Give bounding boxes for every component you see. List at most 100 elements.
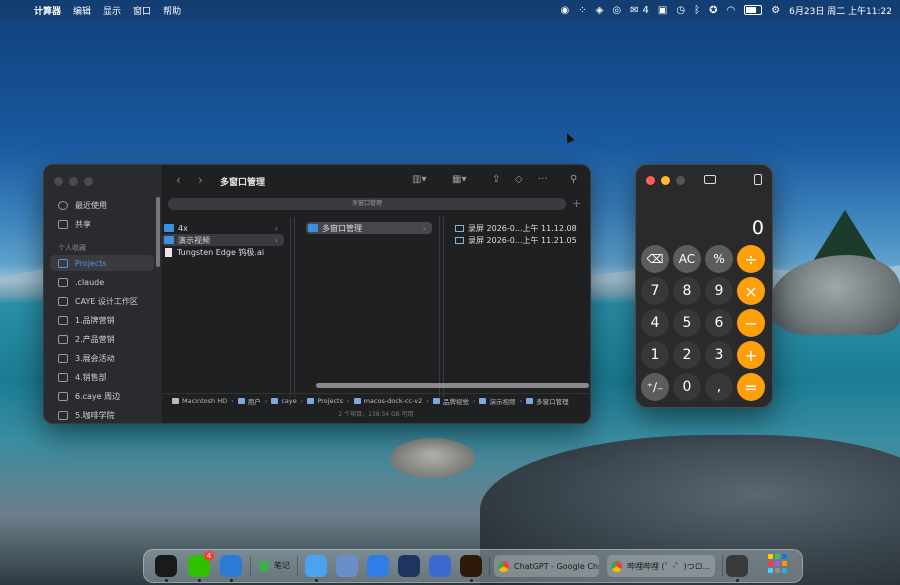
share-icon[interactable]: ⇪ [492, 174, 500, 185]
path-segment[interactable]: Macintosh HD [172, 397, 227, 405]
bluetooth-icon[interactable]: ᛒ [694, 5, 700, 16]
column-divider[interactable] [290, 217, 291, 397]
forward-button[interactable]: › [198, 173, 203, 187]
battery-icon[interactable] [744, 5, 763, 15]
back-button[interactable]: ‹ [176, 173, 181, 187]
calc-key[interactable]: AC [673, 245, 701, 273]
app-icon[interactable] [429, 555, 451, 577]
wechat-status-icon[interactable]: ✉ [630, 5, 638, 16]
horizontal-scrollbar[interactable] [316, 383, 589, 388]
calc-key[interactable]: 9 [705, 277, 733, 305]
list-item[interactable]: 演示视频 › [162, 234, 284, 246]
calc-key[interactable]: ÷ [737, 245, 765, 273]
calc-key[interactable]: % [705, 245, 733, 273]
list-item[interactable]: 录屏 2026-0...上午 11.21.05 [452, 234, 588, 246]
sidebar-item-coffee-academy[interactable]: 5.咖啡学院 [50, 407, 154, 423]
path-segment[interactable]: 演示视频 [479, 396, 515, 406]
sidebar-item-shared[interactable]: 共享 [50, 216, 154, 232]
launchpad-icon[interactable] [768, 554, 787, 573]
calculator-mode-icon[interactable] [754, 174, 762, 185]
sidebar-item-sales[interactable]: 4.销售部 [50, 369, 154, 385]
mail-app-icon[interactable] [220, 555, 242, 577]
notes-app-icon[interactable] [259, 561, 269, 571]
calc-key[interactable]: 6 [705, 309, 733, 337]
app-icon[interactable] [398, 555, 420, 577]
column-divider[interactable] [294, 217, 295, 397]
close-button[interactable] [54, 177, 63, 186]
sidebar-item-caye-merch[interactable]: 6.caye 周边 [50, 388, 154, 404]
finder-app-icon[interactable] [305, 555, 327, 577]
dock-notes-label[interactable]: 笔记 [274, 560, 290, 571]
search-icon[interactable]: ⚲ [570, 174, 577, 185]
calc-key[interactable]: 1 [641, 341, 669, 369]
sidebar-item-claude[interactable]: .claude [50, 274, 154, 290]
calc-key[interactable]: − [737, 309, 765, 337]
view-columns-icon[interactable]: ▥▾ [412, 174, 426, 185]
minimize-button[interactable] [661, 176, 670, 185]
sidebar-item-recent[interactable]: 最近使用 [50, 197, 154, 213]
path-segment[interactable]: caye [271, 397, 297, 405]
sidebar-toggle-icon[interactable] [704, 175, 716, 184]
path-segment[interactable]: 用户 [237, 396, 261, 406]
sidebar-item-events[interactable]: 3.展会活动 [50, 350, 154, 366]
dock-window-chrome[interactable]: ChatGPT - Google Chr... [494, 555, 599, 577]
calc-key[interactable]: 8 [673, 277, 701, 305]
calc-key[interactable]: 3 [705, 341, 733, 369]
calc-key[interactable]: 7 [641, 277, 669, 305]
calc-key[interactable]: = [737, 373, 765, 401]
dock-window-bilibili[interactable]: 哔哩哔哩 (゜-゜)つロ... [607, 555, 715, 577]
app-menu[interactable]: 计算器 [34, 4, 61, 17]
path-segment[interactable]: Projects [307, 397, 343, 405]
sidebar-item-brand-marketing[interactable]: 1.品牌营销 [50, 312, 154, 328]
calc-key[interactable]: 4 [641, 309, 669, 337]
calc-key[interactable]: + [737, 341, 765, 369]
menu-edit[interactable]: 编辑 [73, 4, 91, 17]
column-divider[interactable] [443, 217, 444, 397]
sidebar-item-projects[interactable]: Projects [50, 255, 154, 271]
zoom-button[interactable] [676, 176, 685, 185]
mail-icon[interactable]: ▣ [658, 5, 667, 16]
target-icon[interactable]: ◎ [612, 5, 621, 16]
app-icon[interactable] [336, 555, 358, 577]
calc-key[interactable]: 2 [673, 341, 701, 369]
list-item[interactable]: 4x › [162, 222, 284, 234]
column-divider[interactable] [439, 217, 440, 397]
qq-app-icon[interactable] [155, 555, 177, 577]
calc-key[interactable]: × [737, 277, 765, 305]
calc-key[interactable]: , [705, 373, 733, 401]
menu-view[interactable]: 显示 [103, 4, 121, 17]
calc-key[interactable]: ⁺∕₋ [641, 373, 669, 401]
wechat-app-icon[interactable]: 4 [188, 551, 214, 577]
path-segment[interactable]: 多窗口管理 [526, 396, 569, 406]
path-segment[interactable]: 品牌视觉 [432, 396, 469, 406]
calc-key[interactable]: ⌫ [641, 245, 669, 273]
list-item[interactable]: 录屏 2026-0...上午 11.12.08 [452, 222, 588, 234]
group-icon[interactable]: ▦▾ [452, 174, 466, 185]
tab-active[interactable]: 多窗口管理 [168, 198, 566, 210]
screen-record-icon[interactable]: ◉ [561, 5, 570, 16]
more-icon[interactable]: ··· [538, 174, 548, 185]
bird-icon[interactable]: ◈ [596, 5, 604, 16]
safari-app-icon[interactable] [367, 555, 389, 577]
sidebar-item-caye-workspace[interactable]: CAYE 设计工作区 [50, 293, 154, 309]
tag-icon[interactable]: ◇ [515, 174, 523, 185]
clock-icon[interactable]: ◷ [676, 5, 685, 16]
sidebar-scrollbar[interactable] [156, 197, 160, 267]
dots-grid-icon[interactable]: ⁘ [578, 5, 586, 16]
new-tab-button[interactable]: + [572, 197, 581, 210]
calculator-app-icon[interactable] [726, 555, 748, 577]
sidebar-item-product-marketing[interactable]: 2.产品营销 [50, 331, 154, 347]
list-item[interactable]: 多窗口管理 › [306, 222, 432, 234]
clock-datetime[interactable]: 6月23日 周二 上午11:22 [789, 4, 892, 17]
close-button[interactable] [646, 176, 655, 185]
minimize-button[interactable] [69, 177, 78, 186]
compass-icon[interactable]: ✪ [709, 5, 717, 16]
zoom-button[interactable] [84, 177, 93, 186]
path-segment[interactable]: macos-dock-cc-v2 [353, 397, 422, 405]
illustrator-app-icon[interactable] [460, 555, 482, 577]
calc-key[interactable]: 0 [673, 373, 701, 401]
menu-window[interactable]: 窗口 [133, 4, 151, 17]
wifi-icon[interactable]: ◠ [726, 5, 735, 16]
list-item[interactable]: Tungsten Edge 钨极.ai [162, 246, 284, 258]
control-center-icon[interactable]: ⚙ [771, 5, 780, 16]
